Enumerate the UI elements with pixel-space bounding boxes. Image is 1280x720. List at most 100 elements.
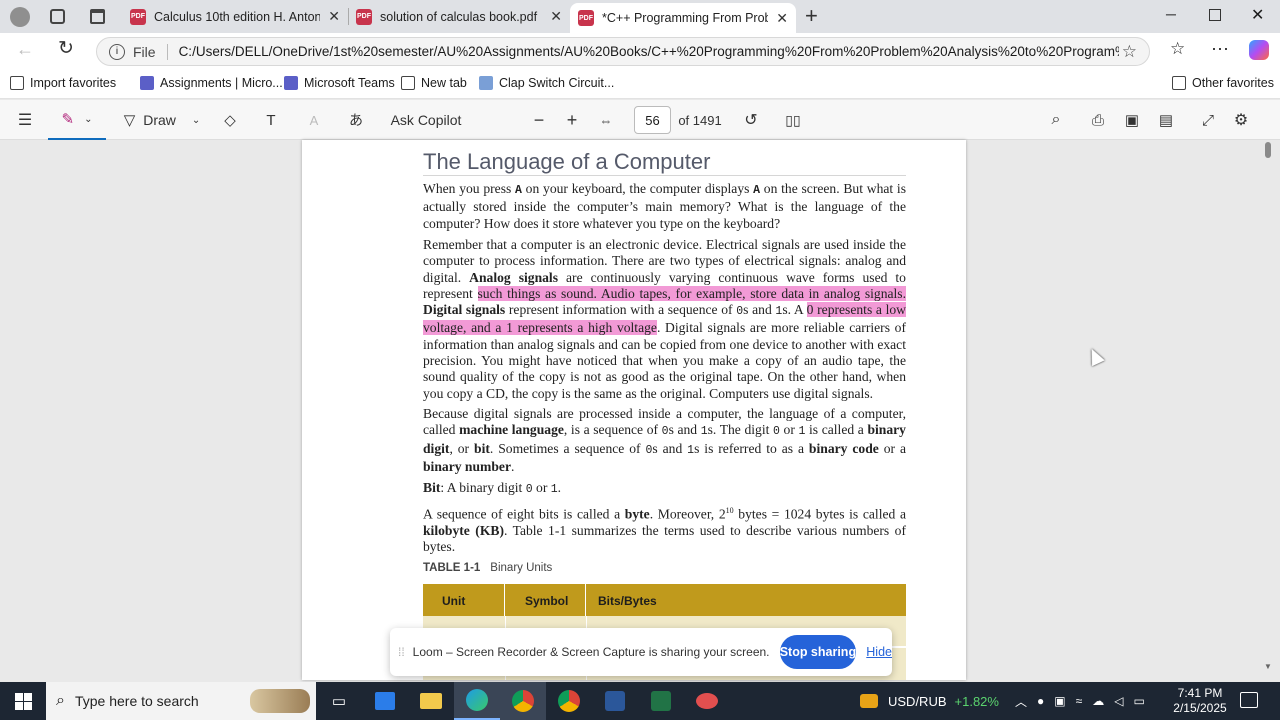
pdf-icon: PDF — [578, 10, 594, 26]
more-icon[interactable]: ··· — [1211, 38, 1229, 59]
other-favorites[interactable]: Other favorites — [1172, 76, 1274, 90]
favorite-star-icon[interactable]: ☆ — [1122, 42, 1137, 62]
task-view-icon[interactable]: ▭ — [316, 682, 362, 720]
copilot-icon[interactable] — [1249, 40, 1269, 60]
microphone-icon[interactable]: ● — [1037, 694, 1044, 708]
fit-width-icon[interactable]: ⇔ — [594, 100, 618, 140]
paragraph-4: Bit: A binary digit 0 or 1. — [423, 480, 562, 496]
favorites-icon[interactable]: ☆ — [1170, 39, 1185, 59]
store-icon[interactable] — [362, 682, 408, 720]
text-box-icon[interactable]: T — [257, 100, 285, 140]
tab-solution[interactable]: PDF solution of calculas book.pdf ✕ — [348, 3, 570, 30]
favorite-clap-switch[interactable]: Clap Switch Circuit... — [479, 76, 614, 90]
favorite-teams[interactable]: Microsoft Teams — [284, 76, 395, 90]
word-icon[interactable] — [592, 682, 638, 720]
paragraph-2: Remember that a computer is an electroni… — [423, 237, 906, 401]
paragraph-3: Because digital signals are processed in… — [423, 406, 906, 474]
scroll-thumb[interactable] — [1265, 142, 1271, 158]
mouse-cursor-icon — [1085, 345, 1105, 367]
settings-gear-icon[interactable]: ⚙ — [1228, 100, 1254, 140]
chevron-down-icon: ⌄ — [84, 113, 93, 125]
rotate-icon[interactable]: ↺ — [738, 100, 764, 140]
scroll-down-icon[interactable]: ▼ — [1264, 662, 1272, 671]
read-aloud-icon[interactable]: あ — [342, 100, 370, 140]
chart-coin-icon — [860, 694, 878, 708]
new-tab-button[interactable]: + — [805, 3, 818, 29]
text-format-icon: A — [309, 112, 319, 128]
volume-icon[interactable]: ◁ — [1114, 694, 1123, 708]
system-tray: ︿ ● ▣ ≈ ☁ ◁ ▭ — [1015, 682, 1145, 720]
highlight-button[interactable]: ✎ ⌄ — [48, 100, 106, 140]
clock[interactable]: 7:41 PM 2/15/2025 — [1168, 686, 1232, 716]
search-icon: ⌕ — [56, 692, 65, 709]
page-view-icon[interactable]: ▯▯ — [780, 100, 806, 140]
paragraph-1: When you press A on your keyboard, the c… — [423, 181, 906, 231]
taskbar-search-box[interactable]: ⌕ Type here to search — [46, 682, 316, 720]
search-highlight-image — [250, 689, 310, 713]
back-button[interactable]: ← — [16, 39, 34, 60]
page-count: of 1491 — [678, 112, 722, 128]
import-favorites[interactable]: Import favorites — [10, 76, 116, 90]
onedrive-icon[interactable]: ☁ — [1092, 694, 1104, 708]
excel-icon[interactable] — [638, 682, 684, 720]
notifications-icon[interactable] — [1240, 692, 1258, 708]
minimize-button[interactable]: ─ — [1166, 6, 1176, 22]
ask-copilot-button[interactable]: Ask Copilot — [384, 100, 468, 140]
pdf-icon: PDF — [356, 8, 372, 25]
pdf-page: The Language of a Computer When you pres… — [302, 140, 966, 680]
close-window-button[interactable]: ✕ — [1251, 5, 1264, 25]
draw-button[interactable]: ▽ Draw ⌄ — [112, 100, 212, 140]
edge-icon[interactable] — [454, 682, 500, 720]
wifi-icon[interactable]: ≈ — [1076, 694, 1083, 708]
page-number-input[interactable]: 56 — [634, 106, 671, 134]
url-text: C:/Users/DELL/OneDrive/1st%20semester/AU… — [178, 44, 1119, 59]
address-bar[interactable]: i File C:/Users/DELL/OneDrive/1st%20seme… — [96, 37, 1150, 66]
info-icon: i — [109, 43, 125, 60]
zoom-in-icon[interactable]: + — [560, 100, 584, 140]
refresh-button[interactable]: ↻ — [58, 37, 74, 60]
new-tab-icon — [401, 76, 415, 90]
file-explorer-icon[interactable] — [408, 682, 454, 720]
vertical-tabs-icon[interactable] — [90, 9, 105, 24]
tab-calculus[interactable]: PDF Calculus 10th edition H. Anton.pd ✕ — [122, 3, 348, 30]
chrome-profile-icon[interactable] — [546, 682, 592, 720]
table-header-bits: Bits/Bytes — [598, 594, 657, 608]
stop-sharing-button[interactable]: Stop sharing — [779, 635, 857, 669]
contents-icon[interactable]: ☰ — [8, 100, 42, 140]
zoom-out-icon[interactable]: − — [527, 100, 551, 140]
meet-now-icon[interactable]: ▣ — [1054, 694, 1065, 708]
stock-widget[interactable]: USD/RUB +1.82% — [860, 682, 999, 720]
favorite-assignments[interactable]: Assignments | Micro... — [140, 76, 283, 90]
chevron-up-icon[interactable]: ︿ — [1015, 693, 1027, 710]
favorite-new-tab[interactable]: New tab — [401, 76, 467, 90]
close-icon[interactable]: ✕ — [328, 8, 340, 25]
close-icon[interactable]: ✕ — [550, 8, 562, 25]
favorites-bar: Import favorites Assignments | Micro... … — [0, 69, 1280, 99]
close-icon[interactable]: ✕ — [776, 10, 788, 27]
paragraph-5: A sequence of eight bits is called a byt… — [423, 506, 906, 555]
search-icon[interactable]: ⌕ — [1043, 100, 1069, 140]
save-icon[interactable]: ▣ — [1119, 100, 1145, 140]
table-caption: TABLE 1-1 Binary Units — [423, 562, 553, 574]
pdf-icon: PDF — [130, 8, 146, 25]
teams-icon — [140, 76, 154, 90]
battery-icon[interactable]: ▭ — [1133, 694, 1144, 708]
print-icon[interactable]: ⎙ — [1085, 100, 1111, 140]
tab-cpp-programming[interactable]: PDF *C++ Programming From Proble ✕ — [570, 3, 796, 33]
drag-handle-icon[interactable]: ⁞⁞ — [398, 645, 405, 659]
loom-sharing-bar: ⁞⁞ Loom – Screen Recorder & Screen Captu… — [390, 628, 892, 676]
scrollbar[interactable]: ▲ ▼ — [1262, 140, 1274, 680]
address-bar-row: ← ↻ i File C:/Users/DELL/OneDrive/1st%20… — [0, 33, 1280, 69]
app-icon[interactable] — [684, 682, 730, 720]
restore-button[interactable] — [1209, 9, 1221, 21]
pdf-toolbar: ☰ ✎ ⌄ ▽ Draw ⌄ ◇ T A あ Ask Copilot − + ⇔… — [0, 100, 1280, 140]
save-as-icon[interactable]: ▤ — [1153, 100, 1179, 140]
fullscreen-icon[interactable]: ⤢ — [1195, 100, 1221, 140]
start-button[interactable] — [0, 682, 46, 720]
eraser-icon[interactable]: ◇ — [216, 100, 244, 140]
hide-link[interactable]: Hide — [866, 645, 892, 659]
workspaces-icon[interactable] — [50, 9, 65, 24]
chrome-icon[interactable] — [500, 682, 546, 720]
profile-icon[interactable] — [10, 7, 30, 27]
highlighted-text: such things as sound. Audio tapes, for e… — [477, 285, 906, 301]
